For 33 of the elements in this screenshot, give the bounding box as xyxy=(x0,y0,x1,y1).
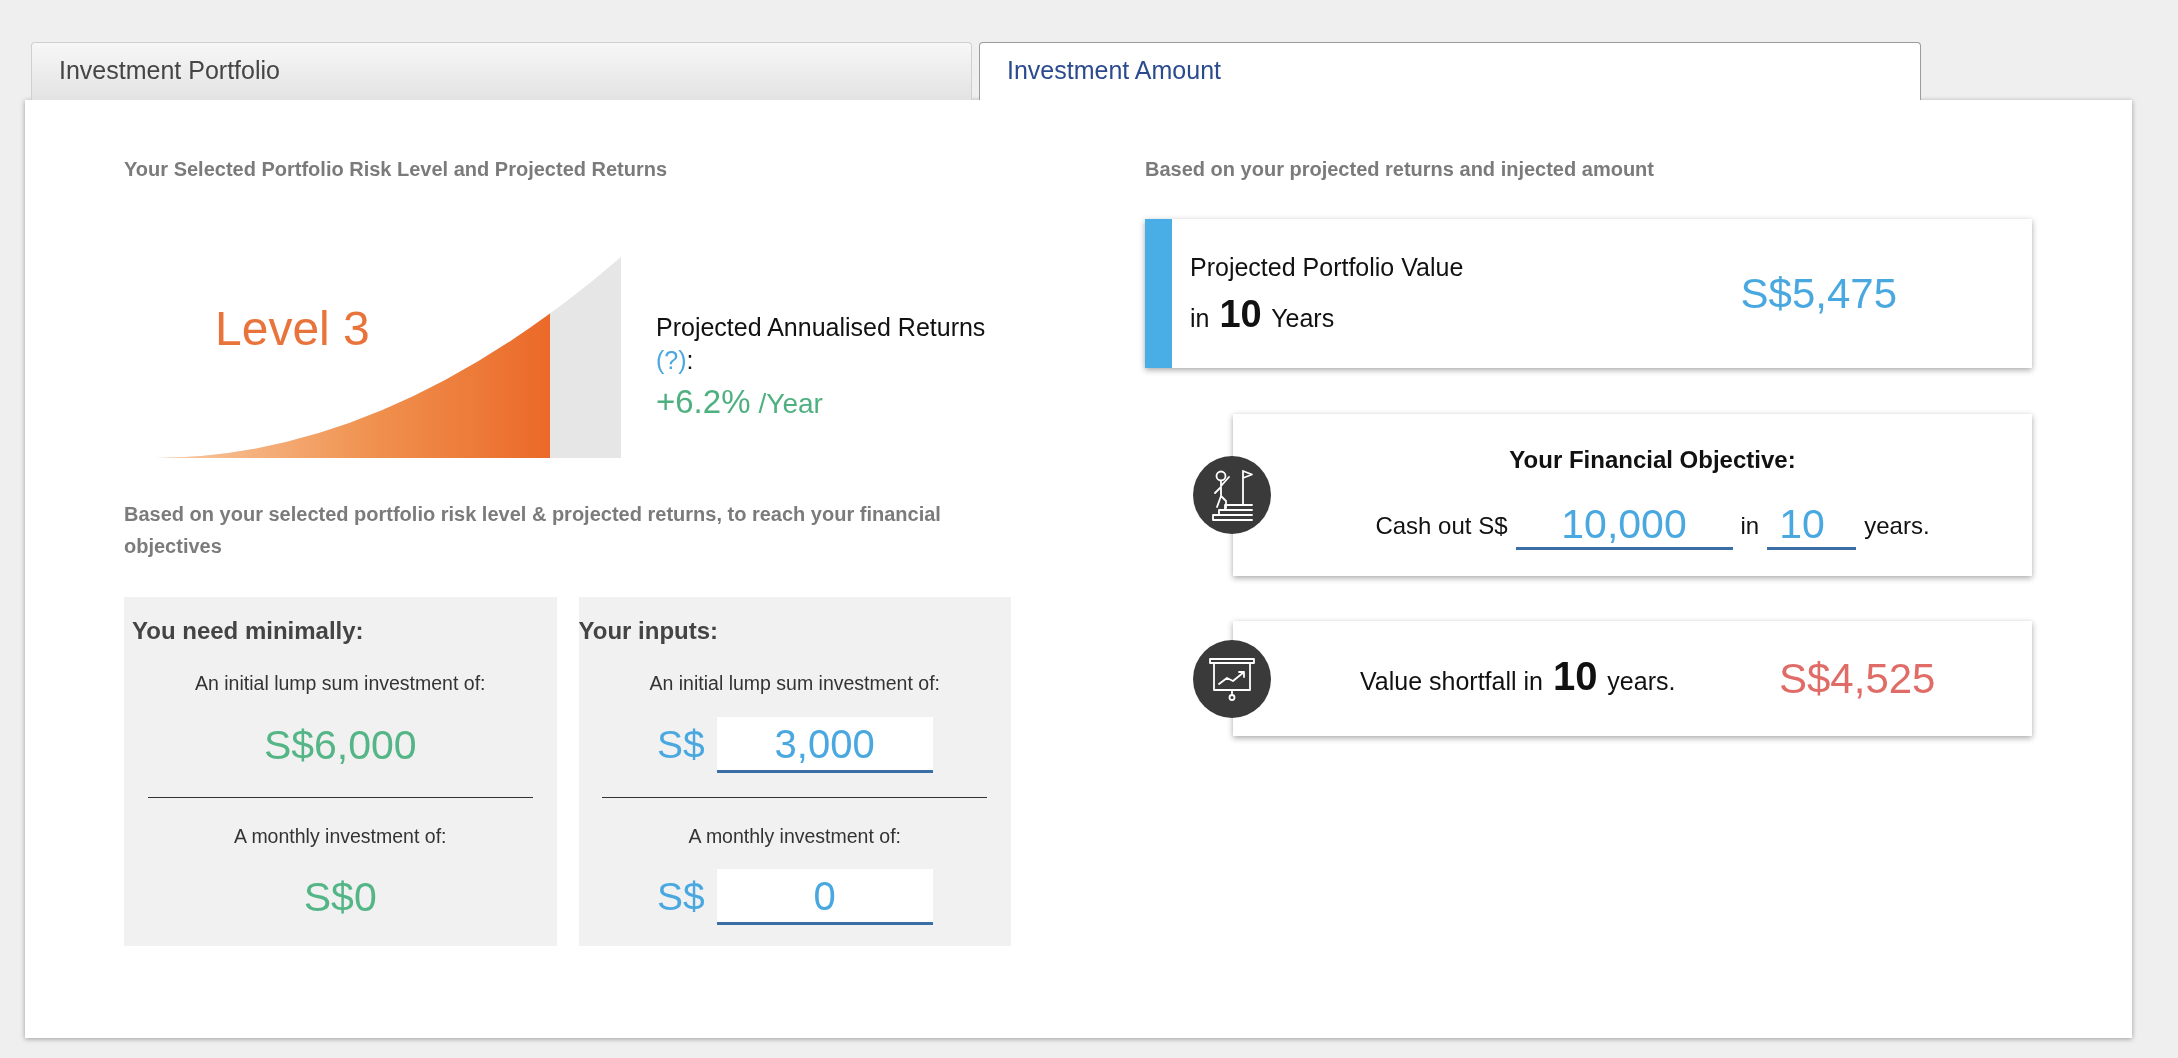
investment-label: A monthly investment of: xyxy=(688,824,901,848)
section-heading: Based on your projected returns and injected amount xyxy=(1145,158,1655,180)
investment-label: An initial lump sum investment of: xyxy=(649,671,940,695)
tab[interactable]: Investment Amount xyxy=(979,42,1921,100)
years-label: years. xyxy=(1864,512,1930,540)
projection-label: Projected Portfolio Value xyxy=(1190,252,1464,282)
risk-level-label: Level 3 xyxy=(215,301,370,357)
cash-out-label: Cash out S$ xyxy=(1375,512,1508,540)
help-link[interactable]: (?) xyxy=(656,346,687,374)
objective-title: Your Financial Objective: xyxy=(1509,446,1796,474)
section-heading: Based on your selected portfolio risk level & projected returns, to reach your financial objectives xyxy=(124,502,942,559)
shortfall-text: Value shortfall in 10 years. xyxy=(1360,654,1676,700)
amount-input[interactable]: 3,000 xyxy=(716,717,933,773)
currency-label: S$ xyxy=(656,874,705,920)
amount-input[interactable]: 0 xyxy=(716,869,933,925)
section-heading: Your Selected Portfolio Risk Level and Projected Returns xyxy=(124,158,669,180)
return-rate: +6.2% xyxy=(656,382,751,422)
projected-value: S$5,475 xyxy=(1740,269,1897,318)
required-amount: S$6,000 xyxy=(263,721,417,769)
shortfall-value: S$4,525 xyxy=(1779,654,1936,703)
in-label: in xyxy=(1740,512,1760,540)
rate-unit: /Year xyxy=(758,387,823,421)
returns-label: Projected Annualised Returns (?): xyxy=(656,312,986,376)
years-input[interactable]: 10 xyxy=(1767,502,1857,550)
panel-title: You need minimally: xyxy=(131,616,365,645)
tab[interactable]: Investment Portfolio xyxy=(31,42,972,100)
cash-out-input[interactable]: 10,000 xyxy=(1515,502,1733,550)
currency-label: S$ xyxy=(656,722,705,768)
required-amount: S$0 xyxy=(303,873,377,921)
investment-label: A monthly investment of: xyxy=(234,824,447,848)
projection-years: in 10 Years xyxy=(1190,292,1335,337)
investment-label: An initial lump sum investment of: xyxy=(195,671,486,695)
panel-title: Your inputs: xyxy=(578,616,720,645)
